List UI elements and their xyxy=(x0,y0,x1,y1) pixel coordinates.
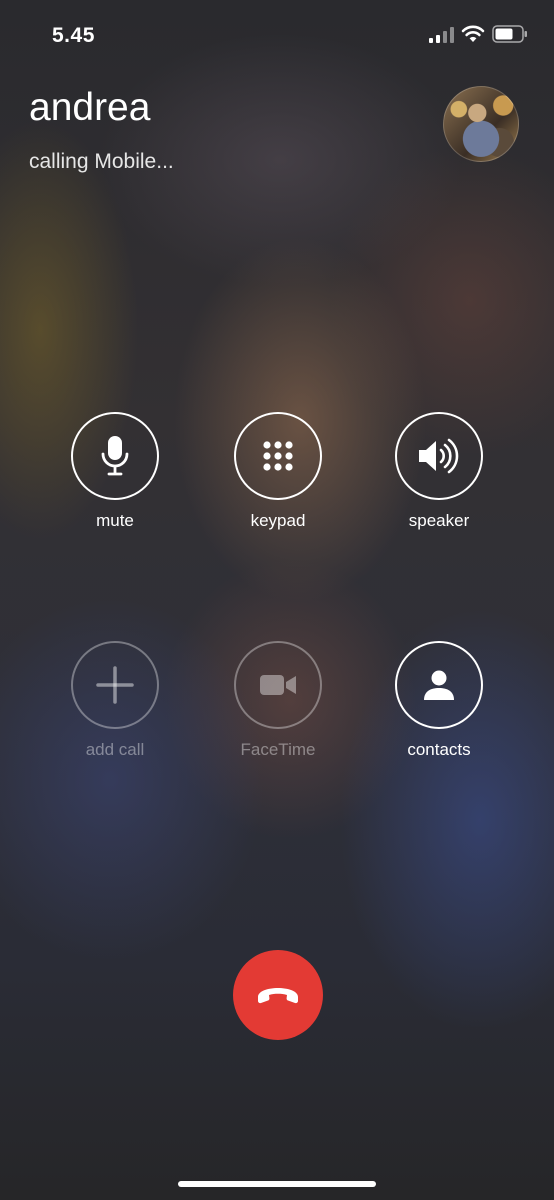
end-call-button[interactable] xyxy=(233,950,323,1040)
facetime-circle[interactable] xyxy=(234,641,322,729)
speaker-button[interactable]: speaker xyxy=(369,412,509,531)
hang-up-icon xyxy=(258,988,298,1004)
contacts-button[interactable]: contacts xyxy=(369,641,509,760)
keypad-button[interactable]: keypad xyxy=(208,412,348,531)
keypad-label: keypad xyxy=(250,511,306,530)
speaker-icon xyxy=(419,438,459,474)
add-call-circle[interactable] xyxy=(71,641,159,729)
mute-circle[interactable] xyxy=(71,412,159,500)
speaker-circle[interactable] xyxy=(395,412,483,500)
keypad-icon xyxy=(263,441,293,471)
add-call-button[interactable]: add call xyxy=(45,641,185,760)
facetime-button[interactable]: FaceTime xyxy=(208,641,348,760)
microphone-icon xyxy=(101,436,129,476)
plus-icon xyxy=(96,666,134,704)
facetime-label: FaceTime xyxy=(240,740,316,759)
mute-label: mute xyxy=(96,511,134,530)
mute-button[interactable]: mute xyxy=(45,412,185,531)
contacts-label: contacts xyxy=(407,740,471,759)
speaker-label: speaker xyxy=(408,511,470,530)
add-call-label: add call xyxy=(85,740,145,759)
home-indicator[interactable] xyxy=(178,1181,376,1187)
contacts-circle[interactable] xyxy=(395,641,483,729)
video-camera-icon xyxy=(260,675,296,695)
keypad-circle[interactable] xyxy=(234,412,322,500)
person-icon xyxy=(424,670,454,700)
